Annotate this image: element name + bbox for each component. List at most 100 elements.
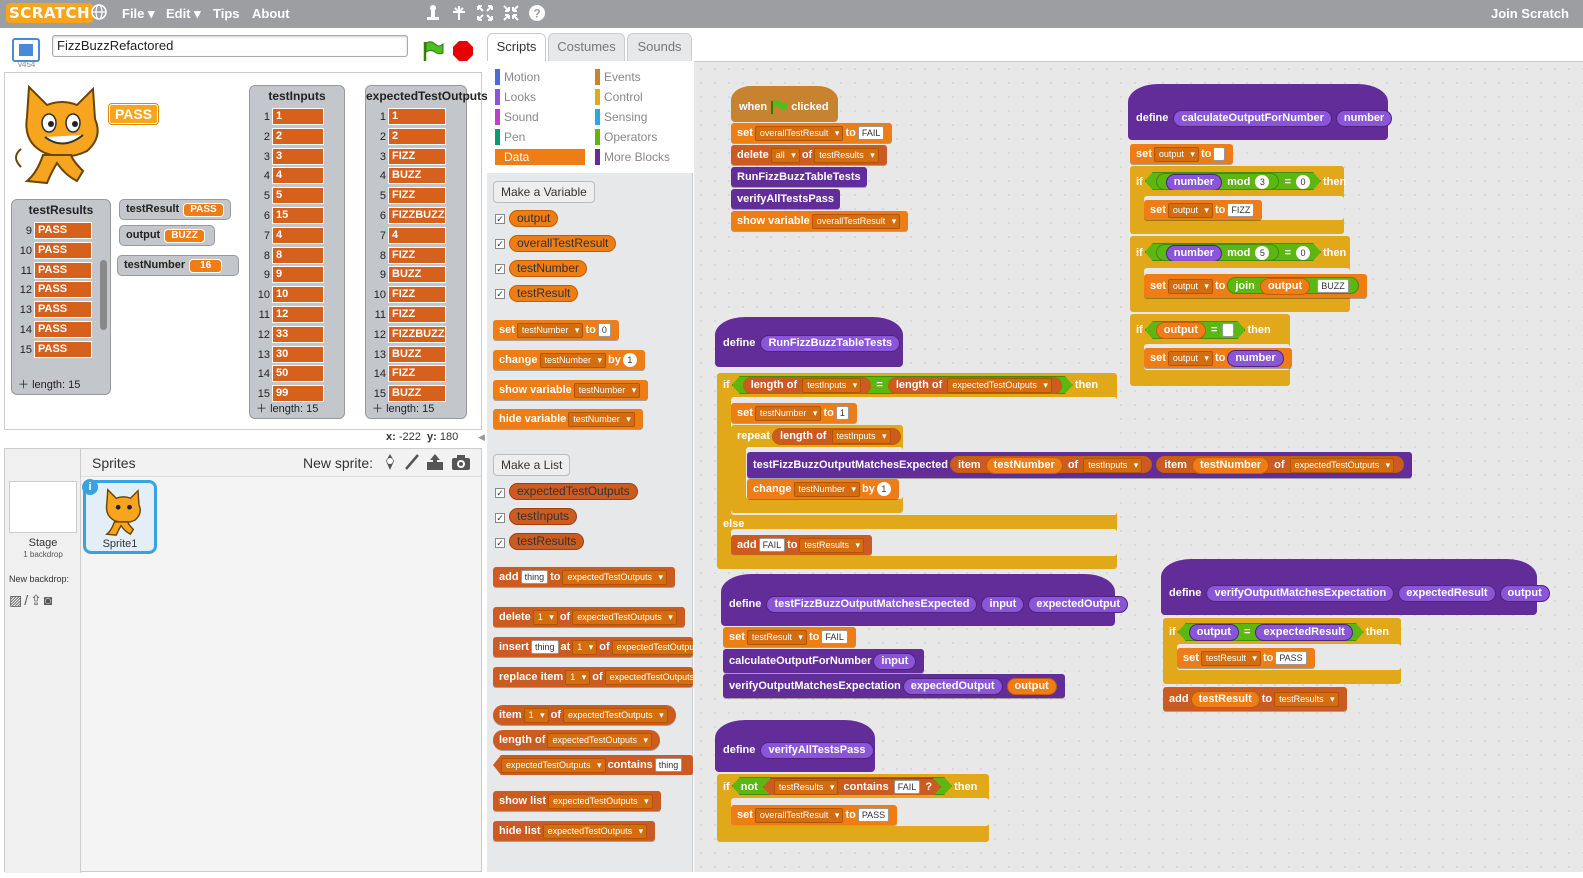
text-input[interactable] xyxy=(1222,323,1234,337)
dropdown[interactable]: testResults xyxy=(814,148,879,163)
list-item[interactable]: 13 30 xyxy=(250,345,332,364)
dropdown[interactable]: testNumber xyxy=(793,482,861,497)
dropdown[interactable]: testNumber xyxy=(573,383,641,398)
show-variable-block[interactable]: show variable testNumber xyxy=(493,380,649,400)
show-list-block[interactable]: show list expectedTestOutputs xyxy=(493,791,661,811)
list-cell[interactable]: BUZZ xyxy=(388,266,446,284)
join-scratch-link[interactable]: Join Scratch xyxy=(1491,0,1569,28)
param-reporter[interactable]: calculateOutputForNumber xyxy=(1173,110,1332,127)
param-reporter[interactable]: expectedOutput xyxy=(1028,596,1129,613)
dropdown[interactable]: testNumber xyxy=(754,406,822,421)
param-reporter[interactable]: input xyxy=(873,653,917,670)
else-label[interactable]: else xyxy=(717,514,750,534)
list-item[interactable]: 9 BUZZ xyxy=(366,266,454,284)
list-cell[interactable]: 33 xyxy=(272,325,324,343)
list-cell[interactable]: 30 xyxy=(272,345,324,363)
list-cell[interactable]: FIZZ xyxy=(388,306,446,323)
define-hat[interactable]: define verifyOutputMatchesExpectation exp… xyxy=(1161,559,1550,615)
list-cell[interactable]: FIZZ xyxy=(388,147,446,165)
make-variable-button[interactable]: Make a Variable xyxy=(493,181,595,203)
variable-reporter[interactable]: testResult xyxy=(507,285,580,302)
dropdown[interactable]: testResult xyxy=(746,630,807,645)
category-control[interactable]: Control xyxy=(595,89,685,105)
list-item[interactable]: 22 xyxy=(366,127,454,146)
number-input[interactable]: 1 xyxy=(876,482,891,496)
dropdown[interactable]: 1 xyxy=(532,610,558,625)
scratch-logo[interactable]: SCRATCH xyxy=(6,3,94,23)
category-more-blocks[interactable]: More Blocks xyxy=(595,149,685,165)
number-input[interactable]: 1 xyxy=(622,353,637,367)
make-list-button[interactable]: Make a List xyxy=(493,454,571,476)
text-input[interactable]: 1 xyxy=(835,406,849,420)
list-item[interactable]: 88 xyxy=(250,246,332,265)
dropdown[interactable]: expectedTestOutputs xyxy=(1289,458,1395,473)
param-reporter[interactable]: verifyAllTestsPass xyxy=(760,742,874,759)
list-cell[interactable]: FIZZBUZZ xyxy=(388,207,446,224)
backdrop-tools[interactable]: ▨/⇪◙ xyxy=(9,592,54,609)
length-reporter[interactable]: length of testInputs xyxy=(743,377,872,394)
param-reporter[interactable]: output xyxy=(1189,624,1239,641)
hide-variable-block[interactable]: hide variable testNumber xyxy=(493,409,643,429)
tips-menu[interactable]: Tips xyxy=(213,0,240,28)
mod-operator[interactable]: number mod 3 xyxy=(1156,173,1280,190)
list-cell[interactable]: 12 xyxy=(272,306,324,323)
variable-reporter[interactable]: output xyxy=(509,210,559,227)
dropdown[interactable]: expectedTestOutputs xyxy=(547,733,652,748)
length-reporter[interactable]: length of testInputs xyxy=(772,428,901,445)
define-hat[interactable]: define calculateOutputForNumber number xyxy=(1128,84,1393,140)
list-reporter[interactable]: expectedTestOutputs xyxy=(509,483,638,500)
list-item[interactable]: 10 PASS xyxy=(12,241,100,260)
text-input[interactable]: thing xyxy=(530,640,559,654)
list-cell[interactable]: FIZZ xyxy=(388,187,446,205)
list-cell[interactable]: 1 xyxy=(272,108,324,125)
dropdown[interactable]: output xyxy=(1153,147,1199,162)
dropdown[interactable]: expectedTestOutputs xyxy=(501,758,606,773)
dropdown[interactable]: testInputs xyxy=(802,378,861,393)
about-menu[interactable]: About xyxy=(252,0,290,28)
add-to-list-block[interactable]: add testResult to testResults xyxy=(1163,687,1347,711)
dropdown[interactable]: testResults xyxy=(774,780,839,795)
list-cell[interactable]: PASS xyxy=(34,261,92,279)
expectedTestOutputs-list-monitor[interactable]: expectedTestOutputs 1 1 2 2 3 FIZZ 4 BUZZ 5 FIZZ 6… xyxy=(365,85,488,419)
number-input[interactable]: 0 xyxy=(1296,246,1310,260)
item-of-list-reporter[interactable]: item1ofexpectedTestOutputs xyxy=(493,705,676,725)
length-reporter[interactable]: length of expectedTestOutputs xyxy=(888,377,1062,394)
if-header[interactable]: iflength of testInputs = length of expec… xyxy=(717,375,1104,395)
set-block[interactable]: settestNumberto1 xyxy=(731,403,857,423)
add-to-list-block[interactable]: add thing to expectedTestOutputs xyxy=(493,567,676,587)
dropdown[interactable]: output xyxy=(1167,351,1213,366)
list-cell[interactable]: 50 xyxy=(272,365,324,383)
param-reporter[interactable]: testFizzBuzzOutputMatchesExpected xyxy=(766,596,978,613)
list-item[interactable]: 11 xyxy=(366,108,454,126)
param-reporter[interactable]: number xyxy=(1166,245,1222,262)
list-reporter[interactable]: testResults xyxy=(509,533,585,550)
dropdown[interactable]: expectedTestOutputs xyxy=(548,794,653,809)
dropdown[interactable]: testNumber xyxy=(568,412,635,427)
list-checkbox[interactable]: ✓ xyxy=(495,538,505,548)
variable-reporter[interactable]: testNumber xyxy=(509,260,588,277)
list-reporter[interactable]: testResults xyxy=(507,533,586,550)
list-reporter[interactable]: testInputs xyxy=(509,508,578,525)
insert-at-list-block[interactable]: insertthingat1ofexpectedTestOutputs xyxy=(493,637,693,657)
list-item[interactable]: 14 50 xyxy=(250,365,332,383)
dropdown[interactable]: testResult xyxy=(1200,651,1261,666)
grow-icon[interactable] xyxy=(476,4,494,28)
testInputs-list-monitor[interactable]: testInputs 1 1 2 2 3 3 4 4 5 5 6 15 7 4 8 8 9 9 10 10 11 12 12… xyxy=(249,85,345,419)
join-operator[interactable]: join output BUZZ xyxy=(1227,277,1359,295)
testResult-monitor[interactable]: testResult PASS xyxy=(119,199,231,220)
number-input[interactable]: 3 xyxy=(1255,175,1269,189)
list-checkbox[interactable]: ✓ xyxy=(495,513,505,523)
param-reporter[interactable]: number xyxy=(1335,110,1393,127)
dropdown[interactable]: expectedTestOutputs xyxy=(542,824,648,839)
list-cell[interactable]: 5 xyxy=(272,187,324,205)
dropdown[interactable]: 1 xyxy=(565,670,591,685)
upload-icon[interactable]: ⇪ xyxy=(30,592,44,608)
paint-brush-icon[interactable] xyxy=(403,453,421,474)
dropdown[interactable]: testNumber xyxy=(516,323,584,338)
set-block[interactable]: settestResulttoPASS xyxy=(1177,648,1315,668)
equals-operator[interactable]: output = xyxy=(1145,321,1246,339)
dropdown[interactable]: expectedTestOutputs xyxy=(611,640,693,655)
dropdown[interactable]: testResults xyxy=(1274,692,1339,707)
variable-reporter[interactable]: testResult xyxy=(1190,691,1260,708)
set-block[interactable]: setoutputtojoin output BUZZ xyxy=(1144,274,1367,298)
